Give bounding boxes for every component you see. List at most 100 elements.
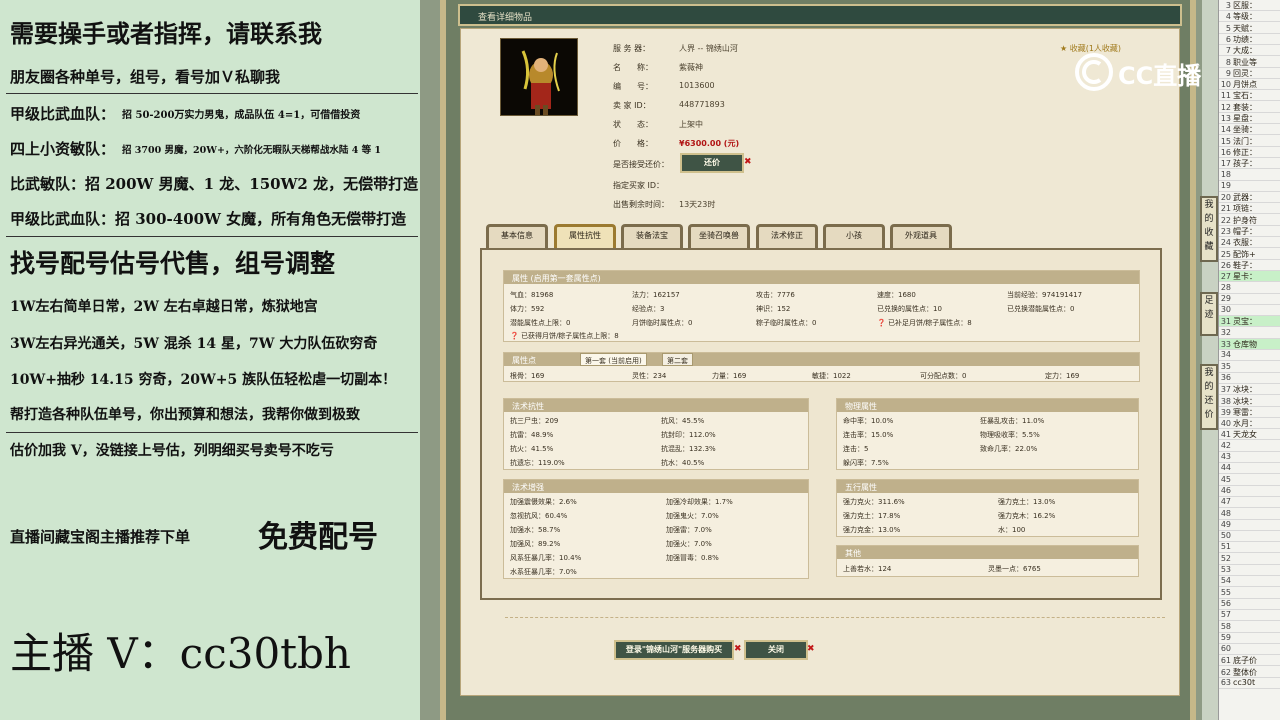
promo-line: 10W+抽秒 14.15 穷奇，20W+5 族队伍轻松虐一切副本！	[10, 372, 397, 388]
my-bargain-button[interactable]: 我的还价	[1200, 364, 1218, 430]
row-number: 55	[1220, 587, 1231, 597]
sheet-row: 53	[1219, 565, 1280, 576]
stat-cell: ❓ 已补足月饼/粽子属性点：8	[877, 318, 972, 328]
divider	[505, 617, 1165, 618]
close-button[interactable]: 关闭	[744, 640, 808, 660]
row-text: 寒雷：	[1233, 407, 1257, 417]
promo-line: 四上小资敏队：	[10, 140, 116, 158]
sheet-row: 46	[1219, 486, 1280, 497]
wuxing-title: 五行属性	[837, 480, 1138, 493]
watermark-text: CC直播	[1118, 62, 1202, 90]
character-portrait	[500, 38, 578, 116]
sheet-row: 49	[1219, 520, 1280, 531]
subtab-set-two[interactable]: 第二套	[662, 353, 693, 366]
promo-line: 比武敏队：招 200W 男魔、1 龙、150W2 龙，无偿带打造	[10, 175, 419, 193]
row-number: 38	[1220, 396, 1231, 406]
row-number: 9	[1225, 68, 1231, 78]
row-number: 20	[1220, 193, 1231, 203]
row-number: 36	[1220, 372, 1231, 382]
row-number: 17	[1220, 159, 1231, 169]
help-icon[interactable]: ❓	[877, 319, 886, 327]
wuxing-cell: 水：100	[998, 526, 1026, 534]
row-number: 26	[1220, 260, 1231, 270]
wuxing-cell: 强力克土：17.8%	[843, 512, 901, 520]
row-number: 3	[1225, 1, 1231, 10]
row-number: 29	[1220, 293, 1231, 303]
promo-line: 帮打造各种队伍单号，你出预算和想法，我帮你做到极致	[10, 407, 360, 423]
resist-title: 法术抗性	[504, 399, 808, 412]
boost-cell: 加强风：89.2%	[510, 540, 561, 548]
row-text: 衣服：	[1233, 238, 1257, 248]
boost-cell: 加强火：7.0%	[666, 540, 712, 548]
promo-line: 3W左右异光通关，5W 混杀 14 星，7W 大力队伍砍穷奇	[10, 336, 378, 352]
boost-cell: 加强震慑效果：2.6%	[510, 498, 577, 506]
row-number: 16	[1220, 147, 1231, 157]
row-number: 44	[1220, 463, 1231, 473]
resist-cell: 抗遗忘：119.0%	[510, 459, 565, 467]
tab-basic-info[interactable]: 基本信息	[486, 224, 548, 248]
wuxing-cell: 强力克金：13.0%	[843, 526, 901, 534]
row-number: 13	[1220, 114, 1231, 123]
time-label: 出售剩余时间：	[613, 200, 669, 209]
other-cell: 上善若水：124	[843, 565, 892, 573]
row-number: 10	[1220, 80, 1231, 90]
tab-children[interactable]: 小孩	[823, 224, 885, 248]
row-text: 鞋子：	[1233, 260, 1257, 270]
tab-mounts[interactable]: 坐骑召唤兽	[688, 224, 750, 248]
row-number: 11	[1220, 91, 1231, 101]
subtab-set-one[interactable]: 第一套 (当前启用)	[580, 353, 647, 366]
row-text: 冰块：	[1233, 396, 1257, 406]
row-number: 22	[1220, 215, 1231, 225]
my-favorites-button[interactable]: 我的收藏	[1200, 196, 1218, 262]
row-text: 整体价	[1233, 667, 1257, 677]
boost-cell: 忽视抗风：60.4%	[510, 512, 568, 520]
row-text: 冰块：	[1233, 385, 1257, 395]
close-icon: ✖	[744, 157, 752, 167]
sheet-row: 50	[1219, 531, 1280, 543]
buy-button[interactable]: 登录"锦绣山河"服务器购买	[614, 640, 734, 660]
row-number: 42	[1220, 440, 1231, 450]
row-number: 19	[1220, 180, 1231, 190]
resist-cell: 抗封印：112.0%	[661, 431, 716, 439]
stat-text: 已补足月饼/粽子属性点：8	[887, 319, 972, 327]
sheet-row: 34	[1219, 350, 1280, 362]
row-number: 40	[1220, 419, 1231, 429]
promo-line: 甲级比武血队：招 300-400W 女魔，所有角色无偿带打造	[10, 210, 407, 228]
price-value: ¥6300.00 (元)	[679, 139, 740, 148]
promo-line: 需要操手或者指挥，请联系我	[10, 19, 322, 48]
row-number: 5	[1225, 23, 1231, 33]
sheet-row: 24 衣服：	[1219, 237, 1280, 249]
promo-line: 主播 V：cc30tbh	[10, 629, 351, 678]
row-text: 区服：	[1233, 1, 1257, 10]
row-number: 53	[1220, 565, 1231, 574]
tab-appearance[interactable]: 外观道具	[890, 224, 952, 248]
sheet-row: 18	[1219, 170, 1280, 181]
row-text: 星盘：	[1233, 114, 1257, 123]
sheet-row: 26 鞋子：	[1219, 260, 1280, 271]
sheet-row: 23 帽子：	[1219, 226, 1280, 237]
tab-spell-correction[interactable]: 法术修正	[756, 224, 818, 248]
tab-attributes[interactable]: 属性抗性	[554, 224, 616, 248]
row-number: 45	[1220, 474, 1231, 484]
row-number: 15	[1220, 136, 1231, 146]
row-number: 54	[1220, 576, 1231, 586]
close-icon: ✖	[734, 644, 742, 654]
row-text: 等级：	[1233, 12, 1257, 22]
sheet-row: 43	[1219, 452, 1280, 463]
footprint-button[interactable]: 足迹	[1200, 292, 1218, 336]
row-number: 61	[1220, 656, 1231, 666]
bargain-button[interactable]: 还价	[680, 153, 744, 173]
promo-line: 招 50-200万实力男鬼，成品队伍 4=1，可借借投资	[122, 110, 361, 121]
sheet-row: 41 天龙女	[1219, 429, 1280, 441]
row-number: 12	[1220, 102, 1231, 112]
tab-equipment[interactable]: 装备法宝	[621, 224, 683, 248]
physical-cell: 致命几率：22.0%	[980, 445, 1038, 453]
point-cell: 根骨：169	[510, 372, 545, 380]
spreadsheet-strip: 3 区服： 4 等级： 5 天赋： 6 功绩： 7 大成： 8 职业等 9 回灵： 10 月饼点 11 宝石： 12…	[1218, 0, 1280, 720]
row-text: 坐骑：	[1233, 125, 1257, 135]
sheet-row: 63 cc30t	[1219, 678, 1280, 689]
sheet-row: 40 水月：	[1219, 418, 1280, 430]
attributes-title: 属性 (启用第一套属性点)	[504, 271, 1139, 284]
help-icon[interactable]: ❓	[510, 332, 519, 340]
row-number: 57	[1220, 610, 1231, 620]
